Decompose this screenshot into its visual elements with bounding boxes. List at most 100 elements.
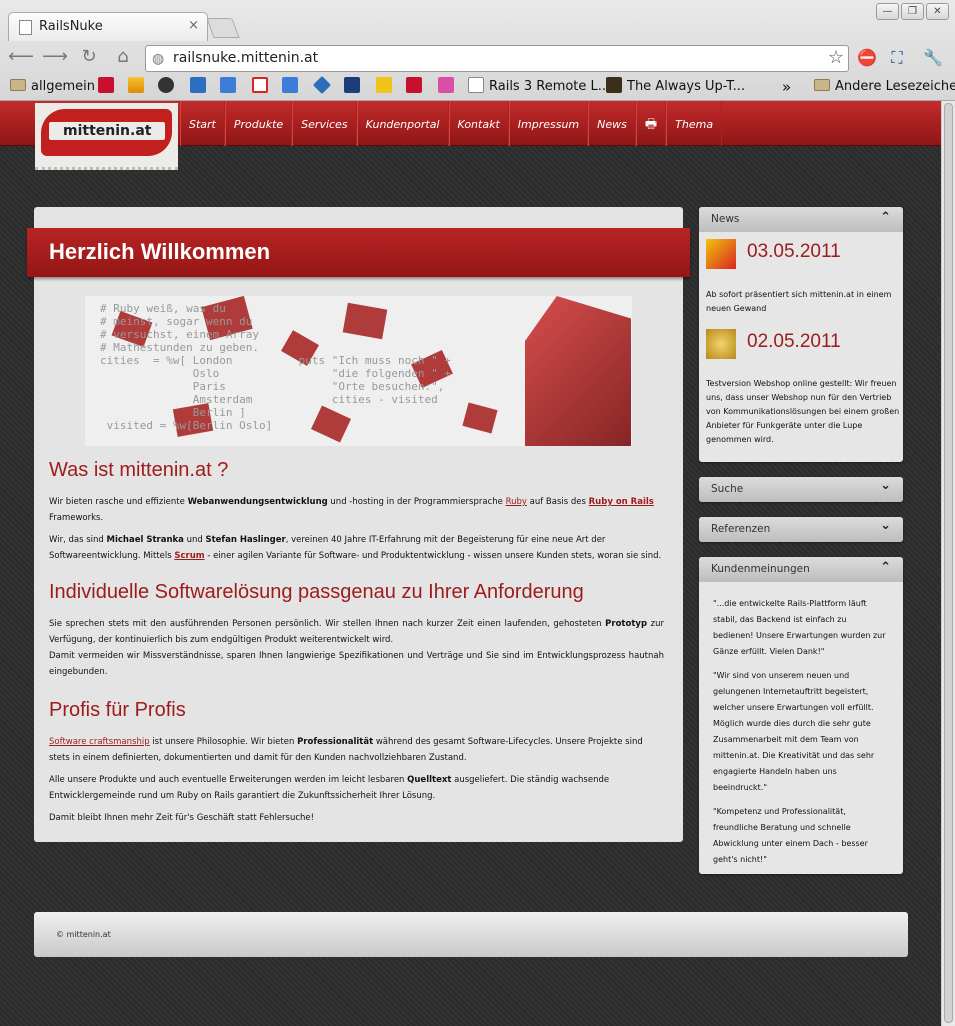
- news-box: News ⌃ 03.05.2011 Ab sofort präsentiert s…: [699, 207, 903, 462]
- wrench-icon[interactable]: 🔧: [922, 47, 944, 69]
- bookmark-folder-allgemein[interactable]: allgemein: [10, 77, 95, 97]
- testimonials-box-header[interactable]: Kundenmeinungen ⌃: [699, 557, 903, 582]
- paragraph: Damit bleibt Ihnen mehr Zeit für's Gesch…: [49, 813, 315, 823]
- gmail-icon: [252, 77, 268, 93]
- news-icon: [706, 239, 736, 269]
- section-heading: Profis für Profis: [49, 699, 186, 721]
- paragraph: Wir, das sind Michael Stranka und Stefan…: [49, 535, 662, 561]
- scrollbar[interactable]: [941, 101, 955, 1026]
- browser-chrome: RailsNuke × — ❐ ✕ ⟵ ⟶ ↻ ⌂ ◍ railsnuke.mi…: [0, 0, 955, 101]
- page-icon: [468, 77, 484, 93]
- reload-icon[interactable]: ↻: [76, 46, 102, 70]
- menu-kundenportal[interactable]: Kundenportal: [356, 101, 449, 146]
- news-date: 03.05.2011: [747, 241, 841, 262]
- lh-icon: [606, 77, 622, 93]
- bookmark-p[interactable]: [344, 77, 365, 97]
- p-icon: [344, 77, 360, 93]
- menu-kontakt[interactable]: Kontakt: [448, 101, 509, 146]
- bookmark-always-uptodate[interactable]: The Always Up-T...: [606, 77, 745, 97]
- back-icon[interactable]: ⟵: [8, 46, 34, 70]
- folder-icon: [814, 79, 830, 91]
- chevron-up-icon[interactable]: ⌃: [880, 560, 891, 575]
- five-icon: [190, 77, 206, 93]
- forward-icon[interactable]: ⟶: [42, 46, 68, 70]
- bookmark-ed[interactable]: [376, 77, 397, 97]
- software-craftsmanship-link[interactable]: Software craftsmanship: [49, 737, 150, 747]
- menu-services[interactable]: Services: [292, 101, 357, 146]
- stop-extension-icon[interactable]: ⛔: [856, 47, 878, 69]
- home-icon[interactable]: ⌂: [110, 46, 136, 70]
- bookmark-five[interactable]: [190, 77, 211, 97]
- references-box[interactable]: Referenzen ⌄: [699, 517, 903, 542]
- bookmark-k[interactable]: [406, 77, 427, 97]
- bookmarks-overflow-chevron-icon[interactable]: »: [782, 77, 791, 97]
- menu-start[interactable]: Start: [180, 101, 225, 146]
- search-box[interactable]: Suche ⌄: [699, 477, 903, 502]
- news-text: Ab sofort präsentiert sich mittenin.at i…: [706, 290, 892, 313]
- close-window-button[interactable]: ✕: [926, 3, 949, 20]
- news-date: 02.05.2011: [747, 331, 841, 352]
- page-title: Herzlich Willkommen: [49, 239, 271, 264]
- scrum-link[interactable]: Scrum: [174, 551, 204, 561]
- chevron-down-icon[interactable]: ⌄: [880, 518, 891, 533]
- menu-thema[interactable]: Thema: [666, 101, 723, 146]
- new-tab-button[interactable]: [206, 18, 240, 38]
- section-profis: Profis für Profis Software craftsmanship…: [49, 699, 664, 832]
- tab-close-icon[interactable]: ×: [188, 18, 199, 33]
- section-what-is: Was ist mittenin.at ? Wir bieten rasche …: [49, 459, 664, 570]
- bookmark-pma[interactable]: [128, 77, 149, 97]
- tab-title: RailsNuke: [39, 19, 103, 34]
- chevron-down-icon[interactable]: ⌄: [880, 478, 891, 493]
- address-bar[interactable]: ◍ railsnuke.mittenin.at ☆: [145, 45, 849, 72]
- site-logo[interactable]: mittenin.at: [35, 103, 178, 170]
- maximize-button[interactable]: ❐: [901, 3, 924, 20]
- bookmark-rails3[interactable]: Rails 3 Remote L...: [468, 77, 610, 97]
- bookmark-gmail[interactable]: [252, 77, 273, 97]
- bookmark-share2[interactable]: [282, 77, 303, 97]
- search-box-header[interactable]: Suche ⌄: [699, 477, 903, 502]
- scrollbar-thumb[interactable]: [944, 103, 953, 1023]
- copyright-text: © mittenin.at: [56, 930, 111, 939]
- minimize-button[interactable]: —: [876, 3, 899, 20]
- bookmark-motorola[interactable]: [158, 77, 179, 97]
- paragraph: Software craftsmanship ist unsere Philos…: [49, 737, 643, 763]
- house-icon: [438, 77, 454, 93]
- references-box-header[interactable]: Referenzen ⌄: [699, 517, 903, 542]
- motorola-icon: [158, 77, 174, 93]
- bookmark-delicious[interactable]: [312, 75, 335, 97]
- chevron-up-icon[interactable]: ⌃: [880, 210, 891, 225]
- url-text[interactable]: railsnuke.mittenin.at: [173, 50, 318, 66]
- diamond-icon: [312, 75, 332, 95]
- bookmark-zotero[interactable]: [98, 77, 119, 97]
- folder-icon: [10, 79, 26, 91]
- bookmark-star-icon[interactable]: ☆: [828, 47, 844, 68]
- news-text: Testversion Webshop online gestellt: Wir…: [706, 379, 900, 444]
- testimonial-quote: "Kompetenz und Professionalität, freundl…: [713, 807, 868, 864]
- print-icon[interactable]: 🖶: [635, 101, 667, 146]
- logo-text: mittenin.at: [63, 123, 152, 139]
- browser-tab[interactable]: RailsNuke ×: [8, 12, 208, 41]
- bookmark-home[interactable]: [438, 77, 459, 97]
- bookmark-folder-other[interactable]: Andere Lesezeichen: [814, 77, 955, 97]
- menu-news[interactable]: News: [588, 101, 636, 146]
- hero-image: # Ruby weiß, was du # meinst, sogar wenn…: [85, 296, 632, 446]
- ruby-on-rails-link[interactable]: Ruby on Rails: [589, 497, 654, 507]
- bookmark-share[interactable]: [220, 77, 241, 97]
- testimonial-quote: "...die entwickelte Rails-Plattform läuf…: [713, 599, 886, 656]
- ed-icon: [376, 77, 392, 93]
- paragraph: Wir bieten rasche und effiziente Webanwe…: [49, 497, 654, 523]
- news-box-header[interactable]: News ⌃: [699, 207, 903, 232]
- paragraph: Alle unsere Produkte und auch eventuelle…: [49, 775, 610, 801]
- menu-impressum[interactable]: Impressum: [508, 101, 589, 146]
- browser-toolbar: ⟵ ⟶ ↻ ⌂ ◍ railsnuke.mittenin.at ☆ ⛔ ⛶ 🔧: [0, 41, 955, 75]
- hero-code: # Ruby weiß, was du # meinst, sogar wenn…: [100, 302, 451, 432]
- welcome-banner: Herzlich Willkommen: [27, 228, 690, 277]
- fullscreen-extension-icon[interactable]: ⛶: [886, 47, 908, 69]
- ruby-link[interactable]: Ruby: [506, 497, 527, 507]
- tab-strip: RailsNuke × — ❐ ✕: [0, 0, 955, 41]
- bookmarks-bar: allgemein Rails 3 Remote L... The Always…: [0, 75, 955, 99]
- testimonial-quote: "Wir sind von unserem neuen und gelungen…: [713, 671, 875, 792]
- zotero-icon: [98, 77, 114, 93]
- page-viewport: Start Produkte Services Kundenportal Kon…: [0, 101, 941, 1026]
- menu-produkte[interactable]: Produkte: [224, 101, 293, 146]
